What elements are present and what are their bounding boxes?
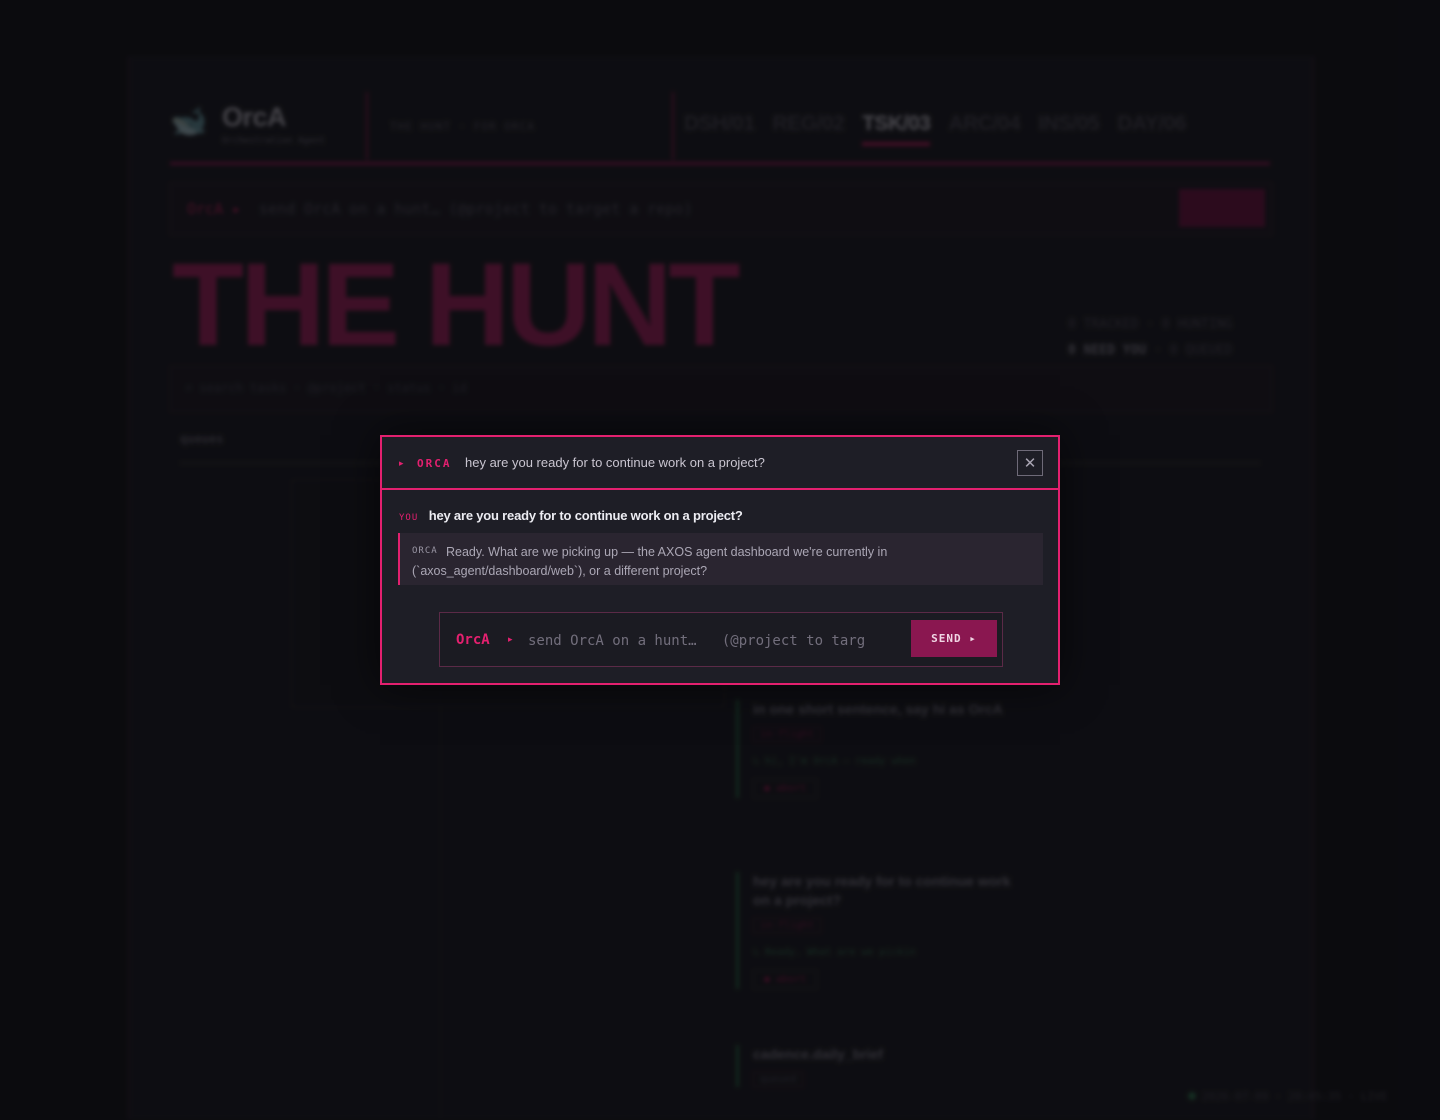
close-icon[interactable]: ✕	[1017, 450, 1043, 476]
chat-dialog: ▸ ORCA hey are you ready for to continue…	[380, 435, 1060, 685]
dialog-title: hey are you ready for to continue work o…	[465, 455, 765, 470]
composer-prompt: OrcA	[456, 632, 490, 648]
dialog-header: ▸ ORCA hey are you ready for to continue…	[382, 437, 1058, 490]
user-message: YOU hey are you ready for to continue wo…	[399, 507, 743, 525]
send-button[interactable]: SEND ▸	[911, 620, 997, 657]
arrow-icon: ▸	[399, 458, 404, 468]
dialog-brand: ORCA	[417, 457, 452, 470]
message-input[interactable]	[526, 629, 910, 653]
caret-icon: ▸	[508, 634, 513, 644]
agent-reply-text: Ready. What are we picking up — the AXOS…	[412, 545, 888, 578]
chat-composer: OrcA ▸ SEND ▸	[439, 612, 1003, 667]
agent-reply: ORCA Ready. What are we picking up — the…	[398, 533, 1043, 585]
user-message-text: hey are you ready for to continue work o…	[428, 508, 743, 523]
user-label: YOU	[399, 513, 419, 523]
